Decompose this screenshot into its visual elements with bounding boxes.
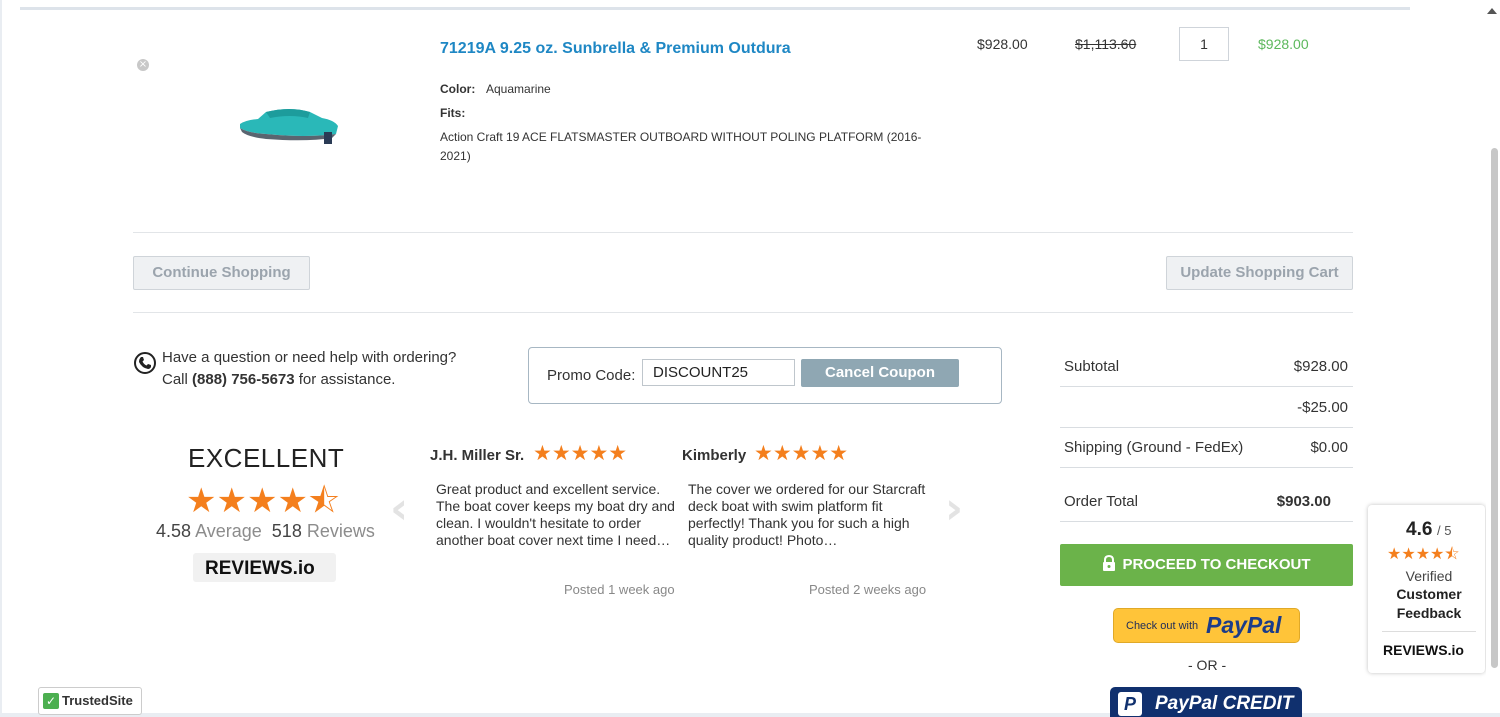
badge-score-suffix: / 5 bbox=[1437, 523, 1452, 538]
carousel-next-icon[interactable]: › bbox=[945, 483, 963, 534]
review-posted: Posted 2 weeks ago bbox=[809, 582, 927, 597]
order-total-value: $903.00 bbox=[1276, 493, 1331, 510]
scroll-up-arrow-icon[interactable] bbox=[1487, 8, 1497, 14]
paypal-logo: PayPal bbox=[1206, 612, 1282, 638]
review-author: Kimberly bbox=[682, 447, 747, 464]
subtotal-label: Subtotal bbox=[1064, 358, 1120, 375]
promo-code-input[interactable]: DISCOUNT25 bbox=[642, 359, 795, 386]
fits-label: Fits: bbox=[440, 106, 466, 120]
rating-word: EXCELLENT bbox=[188, 443, 345, 473]
order-total-label: Order Total bbox=[1064, 493, 1138, 510]
shipping-value: $0.00 bbox=[1310, 439, 1348, 456]
boat-cover-image[interactable] bbox=[236, 104, 344, 148]
badge-customer-text: Customer bbox=[1396, 586, 1462, 602]
proceed-label: PROCEED TO CHECKOUT bbox=[1122, 556, 1311, 573]
fits-description: Action Craft 19 ACE FLATSMASTER OUTBOARD… bbox=[440, 130, 922, 163]
badge-divider bbox=[1382, 631, 1476, 632]
proceed-to-checkout-button[interactable]: PROCEED TO CHECKOUT bbox=[1060, 544, 1353, 586]
help-call-text: Call (888) 756-5673 for assistance. bbox=[162, 371, 395, 388]
shipping-label: Shipping (Ground - FedEx) bbox=[1064, 439, 1244, 456]
review-count: 518 bbox=[271, 521, 302, 541]
phone-icon bbox=[134, 352, 156, 374]
top-divider bbox=[20, 7, 1410, 10]
divider bbox=[133, 232, 1353, 233]
scrollbar-thumb[interactable] bbox=[1491, 148, 1498, 668]
divider bbox=[133, 312, 1353, 313]
review-posted: Posted 1 week ago bbox=[564, 582, 675, 597]
badge-verified-text: Verified bbox=[1405, 568, 1453, 584]
color-label: Color: bbox=[440, 82, 476, 96]
paypal-p-icon: P bbox=[1118, 692, 1142, 716]
review-author: J.H. Miller Sr. bbox=[430, 447, 525, 464]
lock-icon bbox=[1102, 546, 1116, 571]
help-text: Have a question or need help with orderi… bbox=[162, 349, 457, 366]
promo-code-label: Promo Code: bbox=[547, 367, 636, 384]
average-label: Average bbox=[195, 521, 262, 541]
trustedsite-label: TrustedSite bbox=[62, 693, 133, 708]
call-suffix: for assistance. bbox=[298, 371, 396, 388]
cancel-coupon-button[interactable]: Cancel Coupon bbox=[801, 359, 959, 387]
color-value: Aquamarine bbox=[486, 82, 551, 96]
update-cart-button[interactable]: Update Shopping Cart bbox=[1166, 256, 1353, 290]
line-total: $928.00 bbox=[1258, 36, 1309, 52]
badge-feedback-text: Feedback bbox=[1396, 605, 1462, 621]
product-title-link[interactable]: 71219A 9.25 oz. Sunbrella & Premium Outd… bbox=[440, 40, 791, 58]
reviews-io-logo-text: REVIEWS.io bbox=[205, 558, 315, 579]
or-separator: - OR - bbox=[1188, 657, 1227, 673]
original-price: $1,113.60 bbox=[1075, 36, 1137, 52]
subtotal-value: $928.00 bbox=[1293, 358, 1348, 375]
check-icon: ✓ bbox=[43, 693, 59, 709]
review-count-label: Reviews bbox=[306, 521, 375, 541]
divider bbox=[1060, 467, 1353, 468]
quantity-input[interactable]: 1 bbox=[1179, 27, 1229, 61]
divider bbox=[1060, 386, 1353, 387]
review-stars: ★★★★★ bbox=[754, 441, 849, 465]
paypal-credit-label: PayPal CREDIT bbox=[1155, 693, 1294, 714]
discount-value: -$25.00 bbox=[1297, 399, 1348, 416]
unit-price: $928.00 bbox=[977, 36, 1028, 52]
review-text: The cover we ordered for our Starcraft d… bbox=[688, 481, 926, 548]
continue-shopping-button[interactable]: Continue Shopping bbox=[133, 256, 310, 290]
badge-reviews-logo: REVIEWS.io bbox=[1383, 642, 1464, 658]
review-text: Great product and excellent service. The… bbox=[436, 481, 675, 548]
carousel-prev-icon[interactable]: ‹ bbox=[390, 483, 408, 534]
phone-number[interactable]: (888) 756-5673 bbox=[192, 371, 295, 388]
badge-stars: ★★★★⯪ bbox=[1387, 544, 1460, 563]
divider bbox=[1060, 521, 1353, 522]
paypal-checkout-button[interactable]: Check out with PayPal bbox=[1113, 608, 1300, 643]
call-prefix: Call bbox=[162, 371, 188, 388]
review-stars: ★★★★★ bbox=[533, 441, 628, 465]
badge-score: 4.6 bbox=[1406, 519, 1433, 540]
divider bbox=[1060, 427, 1353, 428]
average-line: 4.58 Average 518 Reviews bbox=[156, 521, 375, 542]
average-value: 4.58 bbox=[156, 521, 192, 541]
paypal-checkout-text: Check out with bbox=[1126, 620, 1199, 632]
remove-item-icon[interactable]: × bbox=[137, 59, 149, 71]
